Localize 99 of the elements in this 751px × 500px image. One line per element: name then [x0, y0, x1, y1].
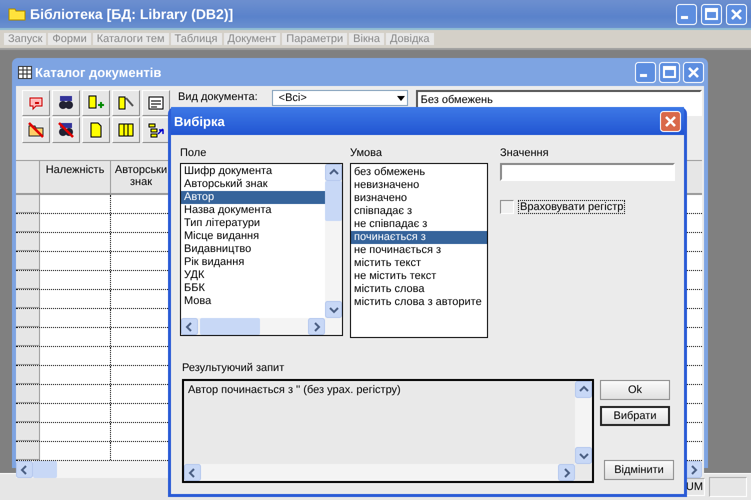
- scroll-right-button[interactable]: [308, 318, 325, 335]
- list-item[interactable]: Авторський знак: [181, 178, 325, 191]
- scroll-right-button[interactable]: [558, 464, 575, 481]
- crossed-binoculars-icon: [57, 121, 75, 139]
- field-label: Поле: [180, 147, 208, 160]
- list-item[interactable]: Видавництво: [181, 243, 325, 256]
- toolbar-button[interactable]: [52, 117, 80, 143]
- dialog-button[interactable]: Ok: [600, 380, 670, 400]
- list-item[interactable]: не містить текст: [351, 270, 487, 283]
- scroll-up-button[interactable]: [575, 381, 592, 398]
- result-query-text: Автор починається з '' (без урах. регістру): [188, 384, 401, 396]
- row-header[interactable]: [16, 423, 40, 441]
- list-item[interactable]: співпадає з: [351, 205, 487, 218]
- row-header[interactable]: [16, 233, 40, 251]
- toolbar-button[interactable]: [82, 90, 110, 116]
- document-type-dropdown[interactable]: <Всі>: [272, 90, 408, 106]
- list-item[interactable]: Шифр документа: [181, 165, 325, 178]
- binoculars-icon: [57, 94, 75, 112]
- row-header[interactable]: [16, 271, 40, 289]
- toolbar-button[interactable]: [52, 90, 80, 116]
- toolbar-button[interactable]: [112, 117, 140, 143]
- field-label: Значення: [500, 147, 550, 160]
- close-button[interactable]: [683, 62, 704, 82]
- toolbar-button[interactable]: [22, 117, 50, 143]
- checkbox-label[interactable]: Враховувати регістр: [518, 200, 626, 214]
- list-item[interactable]: Автор: [181, 191, 325, 204]
- columns-icon: [117, 121, 135, 139]
- dropdown-arrow-icon: [396, 96, 405, 100]
- list-item[interactable]: не співпадає з: [351, 218, 487, 231]
- vertical-scrollbar[interactable]: [575, 381, 592, 464]
- row-header[interactable]: [16, 442, 40, 460]
- folder-icon: [8, 7, 26, 21]
- scroll-up-button[interactable]: [325, 164, 342, 181]
- maximize-button[interactable]: [701, 4, 722, 24]
- minimize-button[interactable]: [676, 4, 697, 24]
- row-header[interactable]: [16, 385, 40, 403]
- close-button[interactable]: [660, 110, 681, 132]
- condition-listbox[interactable]: без обмежень невизначено визначено співпадає з не співпадає з починається з не починається з містить текст не містить текст містить слова містить слова з авторите: [350, 163, 488, 338]
- value-input-field[interactable]: [500, 163, 675, 181]
- list-icon: [147, 94, 165, 112]
- list-item[interactable]: містить слова з авторите: [351, 296, 487, 309]
- row-header[interactable]: [16, 328, 40, 346]
- toolbar-button[interactable]: [112, 90, 140, 116]
- minimize-button[interactable]: [635, 62, 656, 82]
- column-header[interactable]: Належність: [40, 161, 111, 193]
- field-label: Вид документа:: [178, 90, 258, 103]
- list-item[interactable]: Місце видання: [181, 230, 325, 243]
- row-header[interactable]: [16, 290, 40, 308]
- toolbar-button[interactable]: [142, 117, 170, 143]
- row-header[interactable]: [16, 404, 40, 422]
- list-item[interactable]: Тип літератури: [181, 217, 325, 230]
- toolbar-button[interactable]: [82, 117, 110, 143]
- scroll-thumb[interactable]: [200, 318, 260, 335]
- dialog-title: Вибірка: [174, 114, 226, 128]
- scroll-left-button[interactable]: [184, 464, 201, 481]
- row-header[interactable]: [16, 366, 40, 384]
- scroll-thumb[interactable]: [325, 181, 342, 221]
- close-button[interactable]: [726, 4, 747, 24]
- toolbar-button[interactable]: [142, 90, 170, 116]
- vertical-scrollbar[interactable]: [325, 164, 342, 318]
- window-title: Бібліотека [БД: Library (DB2)]: [30, 6, 234, 22]
- row-header[interactable]: [16, 214, 40, 232]
- maximize-button[interactable]: [659, 62, 680, 82]
- list-item[interactable]: без обмежень: [351, 166, 487, 179]
- field-label: Результуючий запит: [182, 362, 286, 375]
- scroll-thumb[interactable]: [33, 461, 57, 478]
- row-header[interactable]: [16, 347, 40, 365]
- list-item[interactable]: невизначено: [351, 179, 487, 192]
- window-title: Каталог документів: [35, 64, 162, 80]
- dialog-button[interactable]: Відмінити: [604, 460, 674, 480]
- result-query-box[interactable]: Автор починається з '' (без урах. регістру): [182, 379, 594, 483]
- list-item[interactable]: містить слова: [351, 283, 487, 296]
- list-item[interactable]: не починається з: [351, 244, 487, 257]
- list-item[interactable]: ББК: [181, 282, 325, 295]
- list-item[interactable]: визначено: [351, 192, 487, 205]
- field-label: Умова: [350, 147, 384, 160]
- list-item[interactable]: УДК: [181, 269, 325, 282]
- row-header[interactable]: [16, 309, 40, 327]
- row-header[interactable]: [16, 195, 40, 213]
- horizontal-scrollbar[interactable]: [184, 464, 575, 481]
- checkbox[interactable]: [500, 200, 514, 214]
- scroll-left-button[interactable]: [16, 461, 33, 478]
- horizontal-scrollbar[interactable]: [181, 318, 342, 335]
- tree-list-icon: [147, 121, 165, 139]
- dialog-button[interactable]: Вибрати: [600, 406, 670, 426]
- crossed-folder-icon: [27, 121, 45, 139]
- field-listbox[interactable]: Шифр документа Авторський знак Автор Назва документа Тип літератури Місце видання Видавництво Рік видання УДК ББК Мова: [180, 163, 343, 336]
- list-item[interactable]: починається з: [351, 231, 487, 244]
- pencil-icon: [117, 94, 135, 112]
- list-item[interactable]: Мова: [181, 295, 325, 308]
- status-panel: [709, 477, 747, 497]
- list-item[interactable]: Рік видання: [181, 256, 325, 269]
- row-header[interactable]: [16, 252, 40, 270]
- scroll-down-button[interactable]: [325, 301, 342, 318]
- list-item[interactable]: містить текст: [351, 257, 487, 270]
- table-icon: [18, 66, 32, 78]
- scroll-down-button[interactable]: [575, 447, 592, 464]
- scroll-left-button[interactable]: [181, 318, 198, 335]
- list-item[interactable]: Назва документа: [181, 204, 325, 217]
